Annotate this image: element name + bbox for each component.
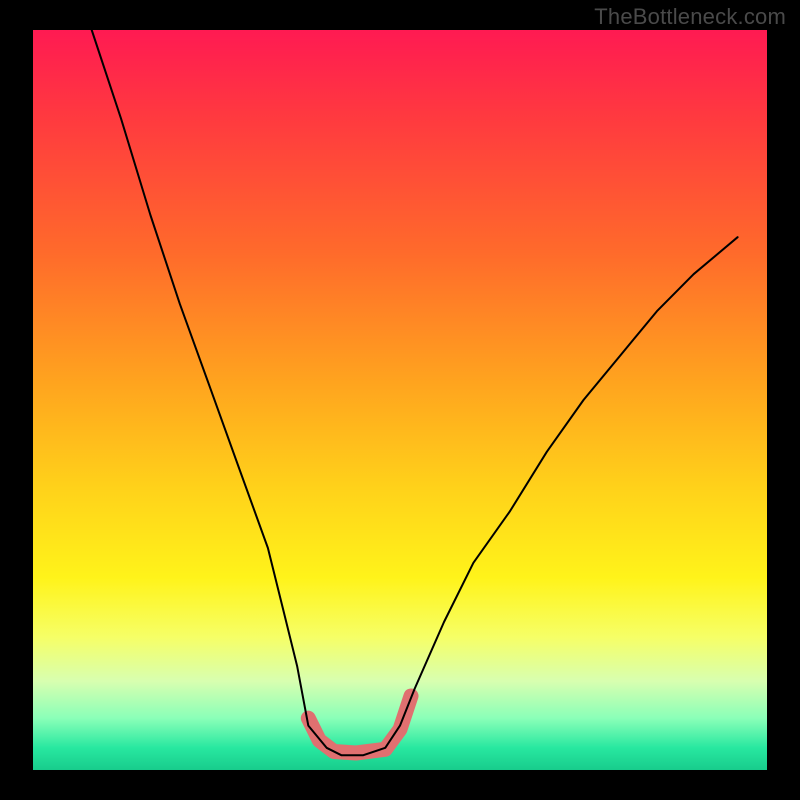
plot-background	[33, 30, 767, 770]
bottleneck-chart	[0, 0, 800, 800]
watermark-text: TheBottleneck.com	[594, 4, 786, 30]
